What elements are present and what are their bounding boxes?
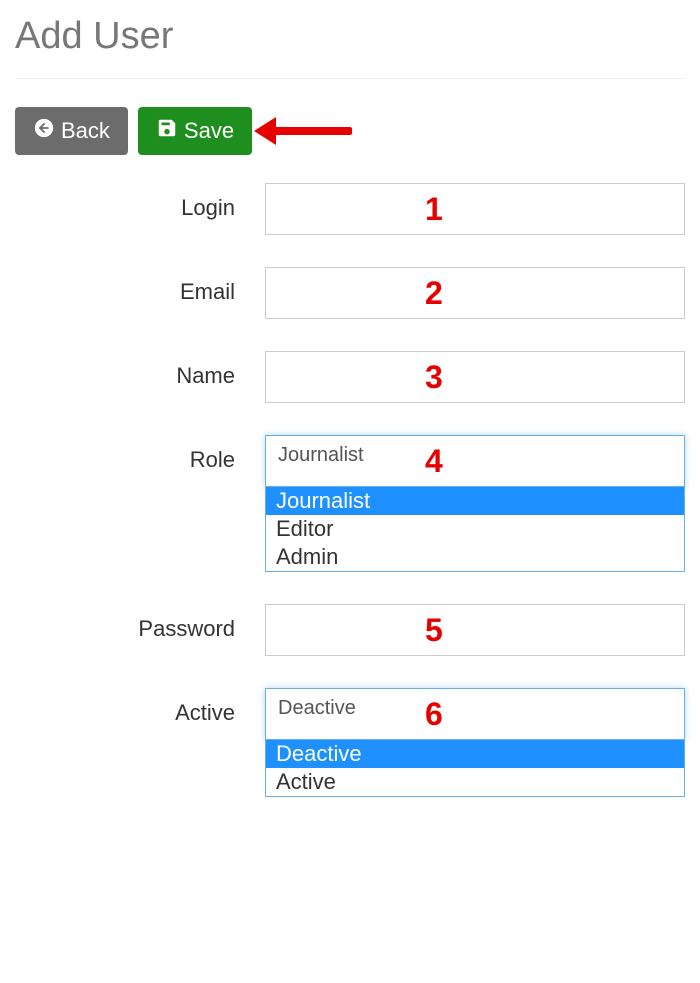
role-dropdown-list: Journalist Editor Admin [265,487,685,572]
row-active: Active Deactive 6 Deactive Active [15,688,685,797]
arrow-annotation [272,127,352,135]
role-select[interactable]: Journalist [265,435,685,487]
back-button-label: Back [61,118,110,144]
active-dropdown-list: Deactive Active [265,740,685,797]
role-option-editor[interactable]: Editor [266,515,684,543]
row-password: Password 5 [15,604,685,656]
back-button[interactable]: Back [15,107,128,155]
active-select[interactable]: Deactive [265,688,685,740]
row-login: Login 1 [15,183,685,235]
login-input[interactable] [265,183,685,235]
role-option-admin[interactable]: Admin [266,543,684,571]
label-name: Name [15,351,265,389]
password-input[interactable] [265,604,685,656]
row-role: Role Journalist 4 Journalist Editor Admi… [15,435,685,572]
label-email: Email [15,267,265,305]
label-role: Role [15,435,265,473]
active-selected-value: Deactive [278,697,356,719]
save-button[interactable]: Save [138,107,252,155]
name-input[interactable] [265,351,685,403]
page-title: Add User [15,0,685,79]
toolbar: Back Save [15,107,685,155]
arrow-left-circle-icon [33,117,55,145]
row-name: Name 3 [15,351,685,403]
active-option-active[interactable]: Active [266,768,684,796]
row-email: Email 2 [15,267,685,319]
role-option-journalist[interactable]: Journalist [266,487,684,515]
label-login: Login [15,183,265,221]
save-button-label: Save [184,118,234,144]
email-input[interactable] [265,267,685,319]
label-active: Active [15,688,265,726]
active-option-deactive[interactable]: Deactive [266,740,684,768]
role-selected-value: Journalist [278,444,364,466]
save-icon [156,117,178,145]
label-password: Password [15,604,265,642]
